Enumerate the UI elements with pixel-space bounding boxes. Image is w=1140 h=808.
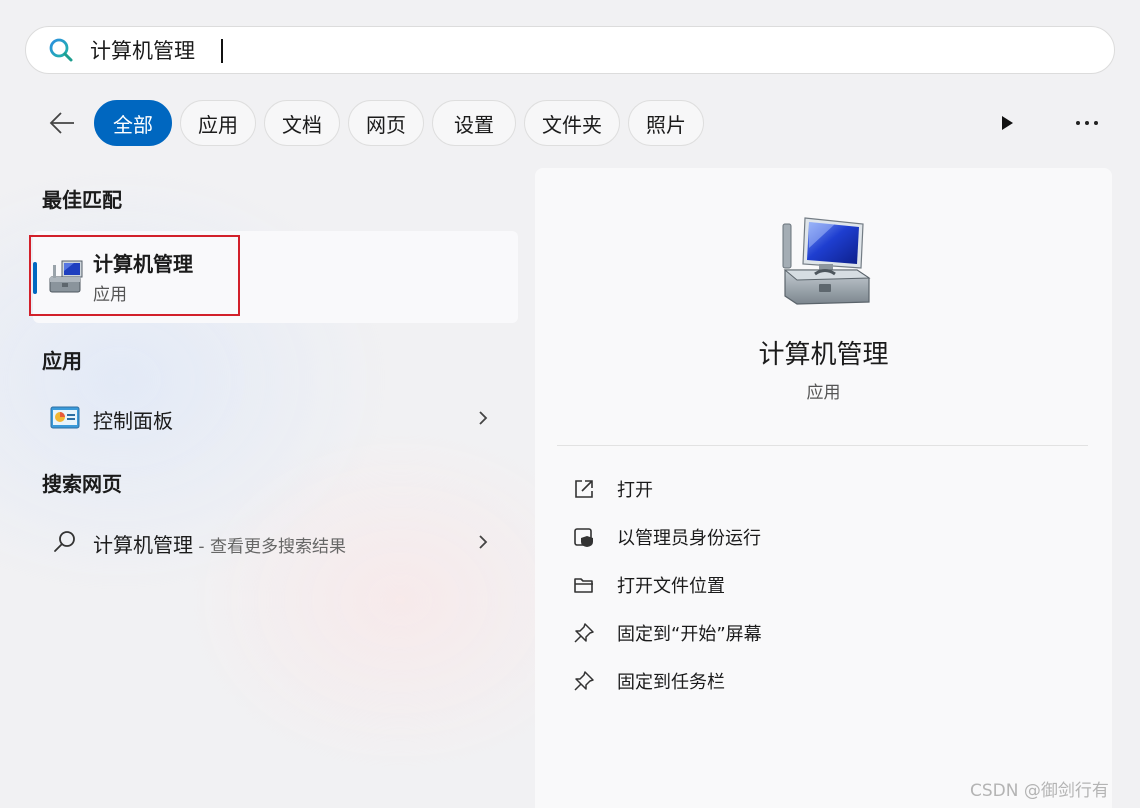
pin-icon: [571, 668, 597, 694]
action-label: 固定到“开始”屏幕: [617, 624, 762, 645]
list-item-web-search[interactable]: 计算机管理 - 查看更多搜索结果: [33, 512, 518, 572]
action-open-file-location[interactable]: 打开文件位置: [571, 567, 725, 603]
search-icon: [48, 37, 74, 63]
tab-photos[interactable]: 照片: [628, 100, 704, 146]
action-pin-to-taskbar[interactable]: 固定到任务栏: [571, 663, 725, 699]
pin-icon: [571, 620, 597, 646]
chevron-right-icon[interactable]: [473, 406, 493, 430]
open-external-icon: [571, 476, 597, 502]
search-input[interactable]: [90, 30, 1030, 70]
tab-apps[interactable]: 应用: [180, 100, 256, 146]
play-icon: [1002, 116, 1013, 130]
play-button[interactable]: [992, 108, 1022, 138]
action-run-as-admin[interactable]: 以管理员身份运行: [571, 519, 761, 555]
detail-title: 计算机管理: [758, 340, 889, 370]
action-pin-to-start[interactable]: 固定到“开始”屏幕: [571, 615, 762, 651]
tab-documents[interactable]: 文档: [264, 100, 340, 146]
action-label: 以管理员身份运行: [617, 528, 761, 549]
web-search-heading: 搜索网页: [42, 472, 122, 496]
watermark: CSDN @御剑行有: [970, 781, 1109, 801]
action-label: 打开文件位置: [617, 576, 725, 597]
control-panel-label: 控制面板: [93, 409, 173, 433]
search-icon: [49, 526, 81, 558]
text-caret: [221, 39, 223, 63]
action-label: 固定到任务栏: [617, 672, 725, 693]
search-box[interactable]: [25, 26, 1115, 74]
detail-subtitle: 应用: [806, 383, 841, 403]
detail-panel: 计算机管理 应用 打开 以管理员身份运行 打开文件位置 固定到“开始”屏幕 固定…: [535, 168, 1112, 808]
action-open[interactable]: 打开: [571, 471, 653, 507]
more-icon: [1076, 121, 1098, 125]
chevron-right-icon[interactable]: [473, 530, 493, 554]
web-search-label: 计算机管理 - 查看更多搜索结果: [93, 529, 346, 558]
apps-heading: 应用: [42, 349, 82, 373]
action-label: 打开: [617, 480, 653, 501]
tab-settings[interactable]: 设置: [432, 100, 516, 146]
filter-bar: 全部 应用 文档 网页 设置 文件夹 照片: [42, 99, 712, 147]
tab-folders[interactable]: 文件夹: [524, 100, 620, 146]
web-search-query: 计算机管理: [93, 533, 193, 557]
tab-all[interactable]: 全部: [94, 100, 172, 146]
more-options-button[interactable]: [1070, 108, 1104, 138]
back-button[interactable]: [42, 103, 82, 143]
arrow-left-icon: [49, 112, 74, 134]
folder-icon: [571, 572, 597, 598]
web-search-suffix: - 查看更多搜索结果: [193, 537, 346, 557]
control-panel-icon: [49, 402, 81, 434]
shield-admin-icon: [571, 524, 597, 550]
tab-web[interactable]: 网页: [348, 100, 424, 146]
list-item-control-panel[interactable]: 控制面板: [33, 388, 518, 448]
highlight-box: [29, 235, 240, 316]
computer-management-icon: [775, 212, 875, 312]
divider: [557, 445, 1088, 446]
best-match-heading: 最佳匹配: [42, 188, 122, 212]
